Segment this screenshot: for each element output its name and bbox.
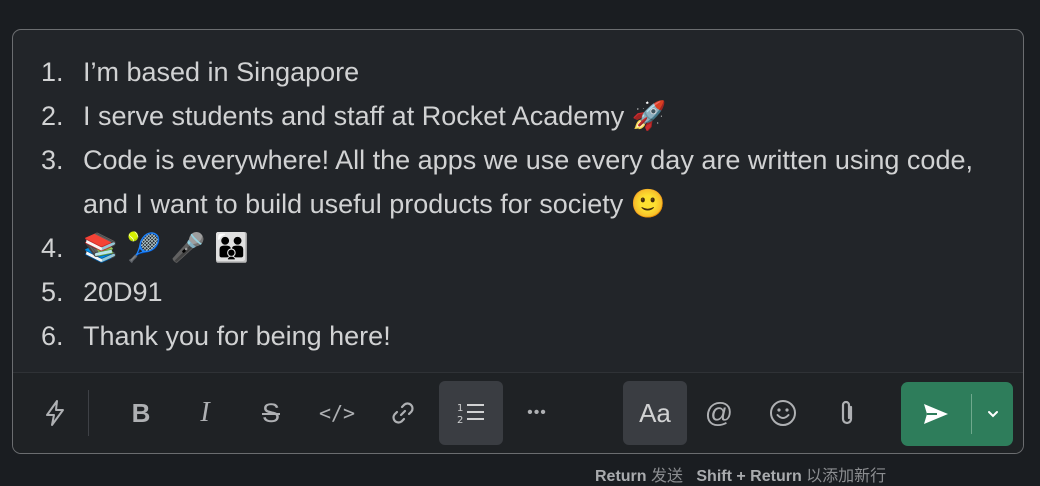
- link-icon: [392, 402, 414, 424]
- list-item: 1. I’m based in Singapore: [41, 50, 1023, 94]
- chevron-down-icon: [987, 411, 998, 418]
- list-text: I serve students and staff at Rocket Aca…: [83, 99, 667, 132]
- list-text: 20D91: [83, 277, 163, 307]
- message-editor[interactable]: 1. I’m based in Singapore 2. I serve stu…: [13, 30, 1023, 372]
- more-formatting-button[interactable]: •••: [505, 381, 569, 445]
- list-number: 6.: [41, 321, 64, 351]
- list-item: 4. 📚 🎾 🎤 👨‍👨‍👦: [41, 226, 1023, 270]
- list-text: 📚 🎾 🎤 👨‍👨‍👦: [83, 226, 1023, 270]
- send-button-group: [901, 382, 1013, 446]
- list-text: Code is everywhere! All the apps we use …: [83, 145, 973, 220]
- shortcuts-button[interactable]: [23, 381, 87, 445]
- bold-button[interactable]: B: [109, 381, 173, 445]
- attach-button[interactable]: [815, 381, 879, 445]
- message-composer: 1. I’m based in Singapore 2. I serve stu…: [12, 29, 1024, 454]
- keyboard-hint: Return 发送 Shift + Return 以添加新行: [595, 468, 887, 485]
- send-icon: [924, 404, 948, 424]
- at-icon: @: [704, 397, 734, 428]
- list-number: 2.: [41, 101, 64, 131]
- list-number: 4.: [41, 233, 64, 263]
- list-number: 3.: [41, 145, 64, 175]
- toolbar-divider: [88, 390, 89, 436]
- lightning-icon: [46, 400, 64, 426]
- code-button[interactable]: </>: [305, 381, 369, 445]
- emoji-button[interactable]: [751, 381, 815, 445]
- list-number: 5.: [41, 277, 64, 307]
- rocket-emoji: 🚀: [631, 99, 667, 132]
- svg-text:1: 1: [457, 403, 463, 414]
- smile-emoji: 🙂: [630, 187, 666, 220]
- list-text: I’m based in Singapore: [83, 57, 360, 87]
- text-format-button[interactable]: Aa: [623, 381, 687, 445]
- smiley-icon: [770, 400, 796, 426]
- schedule-send-button[interactable]: [972, 382, 1013, 446]
- italic-button[interactable]: I: [173, 381, 237, 445]
- list-item: 6. Thank you for being here!: [41, 314, 1023, 358]
- list-item: 3. Code is everywhere! All the apps we u…: [41, 138, 1023, 226]
- strikethrough-button[interactable]: S: [239, 381, 303, 445]
- paperclip-icon: [841, 400, 853, 425]
- mention-button[interactable]: @: [687, 381, 751, 445]
- list-number: 1.: [41, 57, 64, 87]
- send-button[interactable]: [901, 382, 971, 446]
- hobbies-emoji: 📚 🎾 🎤 👨‍👨‍👦: [83, 231, 250, 264]
- svg-text:2: 2: [457, 415, 463, 426]
- link-button[interactable]: [371, 381, 435, 445]
- list-text: Thank you for being here!: [83, 321, 391, 351]
- list-item: 5. 20D91: [41, 270, 1023, 314]
- numbered-list-icon: 1 2: [457, 403, 484, 426]
- formatting-toolbar: B I S </> 1 2 ••• Aa @: [13, 372, 1023, 453]
- list-item: 2. I serve students and staff at Rocket …: [41, 94, 1023, 138]
- ordered-list-button[interactable]: 1 2: [439, 381, 503, 445]
